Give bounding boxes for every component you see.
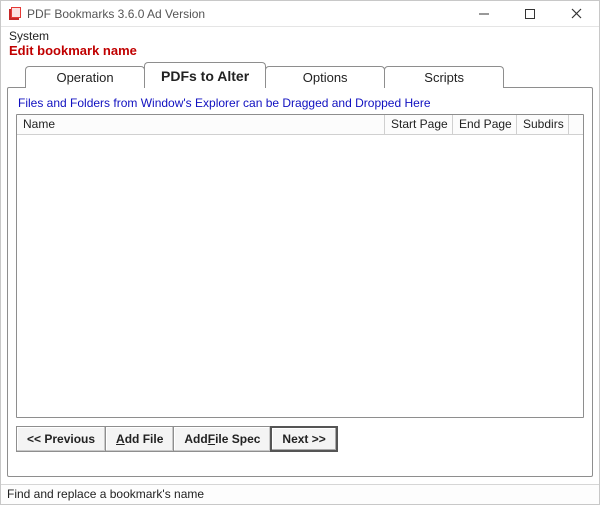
add-file-rest: dd File [125, 432, 164, 446]
status-bar: Find and replace a bookmark's name [1, 484, 599, 504]
tabs-container: Operation PDFs to Alter Options Scripts … [7, 62, 593, 477]
add-file-spec-button[interactable]: Add File Spec [173, 426, 271, 452]
window-title: PDF Bookmarks 3.6.0 Ad Version [27, 7, 461, 21]
previous-button[interactable]: << Previous [16, 426, 106, 452]
window-controls [461, 1, 599, 26]
tab-pdfs-to-alter[interactable]: PDFs to Alter [144, 62, 266, 88]
column-name[interactable]: Name [17, 115, 385, 134]
add-file-accel: A [116, 432, 125, 446]
column-spacer [569, 115, 583, 134]
tab-panel: Files and Folders from Window's Explorer… [7, 87, 593, 477]
tab-scripts[interactable]: Scripts [384, 66, 504, 88]
close-button[interactable] [553, 1, 599, 26]
menu-system[interactable]: System [1, 27, 599, 43]
add-file-spec-prefix: Add [184, 432, 207, 446]
next-button[interactable]: Next >> [270, 426, 337, 452]
column-subdirs[interactable]: Subdirs [517, 115, 569, 134]
heading-edit-bookmark-name: Edit bookmark name [1, 43, 599, 62]
titlebar: PDF Bookmarks 3.6.0 Ad Version [1, 1, 599, 27]
maximize-button[interactable] [507, 1, 553, 26]
file-list[interactable]: Name Start Page End Page Subdirs [16, 114, 584, 418]
column-end-page[interactable]: End Page [453, 115, 517, 134]
app-icon [7, 6, 23, 22]
add-file-button[interactable]: Add File [105, 426, 174, 452]
file-list-header: Name Start Page End Page Subdirs [17, 115, 583, 135]
minimize-button[interactable] [461, 1, 507, 26]
tab-options[interactable]: Options [265, 66, 385, 88]
tabstrip: Operation PDFs to Alter Options Scripts [7, 62, 593, 88]
add-file-spec-accel: F [208, 432, 215, 446]
column-start-page[interactable]: Start Page [385, 115, 453, 134]
tab-operation[interactable]: Operation [25, 66, 145, 88]
button-row: << Previous Add File Add File Spec Next … [16, 426, 584, 452]
drag-drop-hint: Files and Folders from Window's Explorer… [18, 96, 582, 110]
add-file-spec-rest: ile Spec [215, 432, 260, 446]
